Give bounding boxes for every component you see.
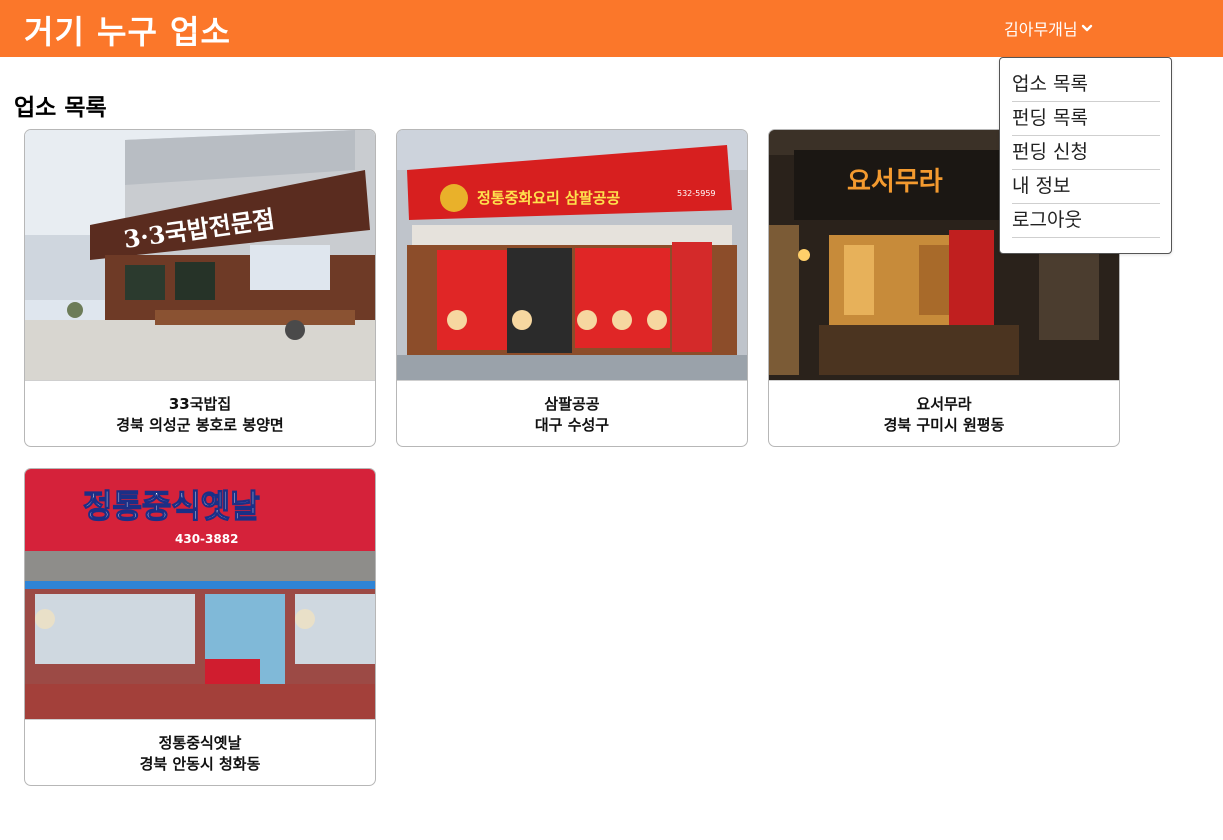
user-menu-toggle[interactable]: 김아무개님 bbox=[1004, 16, 1093, 40]
store-sign-text: 정통중화요리 삼팔공공 bbox=[477, 189, 620, 207]
store-caption: 삼팔공공 대구 수성구 bbox=[397, 381, 747, 446]
menu-item-funding-list[interactable]: 펀딩 목록 bbox=[1012, 102, 1160, 136]
brand-logo-text[interactable]: 거기 누구 업소 bbox=[24, 7, 231, 53]
store-address: 경북 구미시 원평동 bbox=[883, 416, 1005, 434]
store-address: 경북 안동시 청화동 bbox=[139, 755, 261, 773]
store-photo: 3·3국밥전문점 bbox=[25, 130, 375, 381]
store-sign-phone: 532-5959 bbox=[677, 189, 716, 198]
menu-item-funding-apply[interactable]: 펀딩 신청 bbox=[1012, 136, 1160, 170]
user-name-label: 김아무개님 bbox=[1004, 20, 1078, 39]
store-card[interactable]: 정통중화요리 삼팔공공 532-5959 삼팔공공 대구 수성구 bbox=[396, 129, 748, 447]
page-title: 업소 목록 bbox=[14, 95, 107, 121]
store-card[interactable]: 정통중식옛날 430-3882 정통중식옛날 경북 안동시 청화동 bbox=[24, 468, 376, 786]
store-sign-text: 정통중식옛날 bbox=[83, 487, 260, 525]
store-caption: 33국밥집 경북 의성군 봉호로 봉양면 bbox=[25, 381, 375, 446]
menu-item-store-list[interactable]: 업소 목록 bbox=[1012, 68, 1160, 102]
store-name: 정통중식옛날 bbox=[158, 734, 242, 752]
store-name: 33국밥집 bbox=[168, 395, 232, 413]
menu-item-my-info[interactable]: 내 정보 bbox=[1012, 170, 1160, 204]
store-sign-phone: 430-3882 bbox=[175, 532, 238, 546]
menu-item-logout[interactable]: 로그아웃 bbox=[1012, 204, 1160, 238]
top-navbar: 거기 누구 업소 김아무개님 bbox=[0, 0, 1223, 57]
store-address: 대구 수성구 bbox=[534, 416, 610, 434]
store-photo: 정통중화요리 삼팔공공 532-5959 bbox=[397, 130, 747, 381]
store-name: 삼팔공공 bbox=[544, 395, 600, 413]
store-card[interactable]: 3·3국밥전문점 33국밥집 경북 의성군 봉호로 봉양면 bbox=[24, 129, 376, 447]
chevron-down-icon bbox=[1081, 24, 1092, 32]
user-dropdown-menu: 업소 목록 펀딩 목록 펀딩 신청 내 정보 로그아웃 bbox=[999, 57, 1172, 254]
store-address: 경북 의성군 봉호로 봉양면 bbox=[116, 416, 284, 434]
store-caption: 정통중식옛날 경북 안동시 청화동 bbox=[25, 720, 375, 785]
store-photo: 정통중식옛날 430-3882 bbox=[25, 469, 375, 720]
store-name: 요서무라 bbox=[916, 395, 972, 413]
store-caption: 요서무라 경북 구미시 원평동 bbox=[769, 381, 1119, 446]
store-sign-text: 요서무라 bbox=[847, 167, 943, 197]
